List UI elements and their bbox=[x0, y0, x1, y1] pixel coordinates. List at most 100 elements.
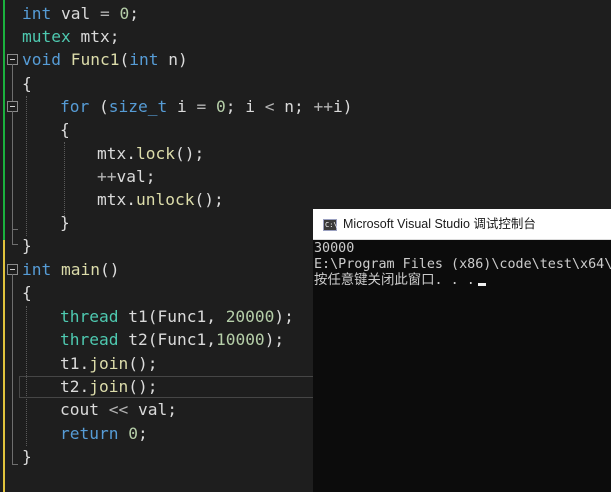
change-indicator-saved bbox=[3, 0, 5, 240]
code-token: ); bbox=[264, 330, 285, 349]
code-token: { bbox=[22, 283, 32, 302]
keyword-token: return bbox=[60, 424, 119, 443]
console-output-line: 按任意键关闭此窗口. . . bbox=[314, 273, 486, 289]
fold-end bbox=[12, 464, 18, 465]
number-token: 0 bbox=[206, 97, 226, 116]
keyword-token: void bbox=[22, 50, 61, 69]
code-line[interactable]: } bbox=[22, 445, 32, 468]
code-token: = bbox=[99, 4, 110, 23]
function-token: lock bbox=[135, 144, 175, 163]
console-icon-label: C:\ bbox=[325, 221, 338, 229]
code-line[interactable]: mtx.unlock(); bbox=[97, 188, 224, 211]
code-token: t1(Func1, bbox=[118, 307, 226, 326]
code-token: cout bbox=[60, 400, 109, 419]
console-output-line: 30000 bbox=[314, 241, 355, 256]
code-token: << bbox=[108, 400, 129, 419]
type-token: thread bbox=[60, 330, 119, 349]
function-token: unlock bbox=[135, 190, 195, 209]
code-token: } bbox=[22, 447, 32, 466]
code-token: (); bbox=[128, 377, 158, 396]
code-line[interactable]: cout << val; bbox=[60, 398, 177, 421]
code-token: ; bbox=[137, 424, 148, 443]
type-token: int bbox=[129, 50, 159, 69]
fold-end bbox=[12, 229, 18, 230]
code-token: mtx. bbox=[97, 190, 136, 209]
code-line[interactable]: for (size_t i = 0; i < n; ++i) bbox=[60, 95, 352, 118]
function-token: main bbox=[51, 260, 100, 279]
number-token: 0 bbox=[118, 424, 138, 443]
code-token: = bbox=[196, 97, 207, 116]
code-line[interactable]: void Func1(int n) bbox=[22, 48, 188, 71]
code-token: mtx. bbox=[97, 144, 136, 163]
code-line[interactable]: int val = 0; bbox=[22, 2, 139, 25]
fold-line bbox=[12, 111, 13, 229]
code-token: val; bbox=[116, 167, 156, 186]
console-app-icon: C:\ bbox=[323, 219, 338, 231]
code-line[interactable]: int main() bbox=[22, 258, 119, 281]
code-line[interactable]: t1.join(); bbox=[60, 352, 157, 375]
code-token: } bbox=[60, 213, 70, 232]
code-token: () bbox=[99, 260, 120, 279]
indent-guide bbox=[26, 96, 27, 236]
function-token: join bbox=[89, 377, 129, 396]
code-line[interactable]: thread t2(Func1,10000); bbox=[60, 328, 284, 351]
code-token: i bbox=[167, 97, 197, 116]
code-line[interactable]: mtx.lock(); bbox=[97, 142, 204, 165]
type-token: size_t bbox=[108, 97, 168, 116]
fold-line bbox=[12, 274, 13, 464]
code-line[interactable]: } bbox=[60, 211, 70, 234]
debug-console-window[interactable]: C:\ Microsoft Visual Studio 调试控制台 30000 … bbox=[313, 209, 611, 492]
console-prompt-text: 按任意键关闭此窗口. . . bbox=[314, 273, 475, 288]
type-token: mutex bbox=[22, 27, 71, 46]
function-token: Func1 bbox=[60, 50, 120, 69]
code-token: (); bbox=[128, 354, 158, 373]
number-token: 10000 bbox=[215, 330, 265, 349]
change-indicator-unsaved bbox=[3, 240, 5, 492]
code-token: val bbox=[51, 4, 100, 23]
code-token: ( bbox=[89, 97, 109, 116]
code-line[interactable]: { bbox=[60, 118, 70, 141]
number-token: 20000 bbox=[225, 307, 275, 326]
code-line[interactable]: } bbox=[22, 234, 32, 257]
code-line[interactable]: ++val; bbox=[97, 165, 155, 188]
code-token: ) bbox=[177, 50, 188, 69]
keyword-token: for bbox=[60, 97, 90, 116]
number-token: 0 bbox=[109, 4, 130, 23]
code-token: { bbox=[60, 120, 70, 139]
code-token: ; bbox=[129, 4, 139, 23]
function-token: join bbox=[89, 354, 129, 373]
code-token: mtx; bbox=[70, 27, 120, 46]
code-line[interactable]: thread t1(Func1, 20000); bbox=[60, 305, 294, 328]
code-token: < bbox=[264, 97, 275, 116]
type-token: int bbox=[22, 260, 52, 279]
code-token: } bbox=[22, 236, 32, 255]
code-token: ) bbox=[342, 97, 353, 116]
code-line[interactable]: t2.join(); bbox=[60, 375, 157, 398]
code-token: i bbox=[332, 97, 343, 116]
code-line[interactable]: { bbox=[22, 72, 32, 95]
code-line[interactable]: mutex mtx; bbox=[22, 25, 119, 48]
code-token: ++ bbox=[313, 97, 333, 116]
console-output-line: E:\Program Files (x86)\code\test\x64\ bbox=[314, 257, 611, 272]
type-token: int bbox=[22, 4, 52, 23]
console-cursor bbox=[477, 283, 486, 286]
console-title-bar[interactable]: C:\ Microsoft Visual Studio 调试控制台 bbox=[313, 209, 611, 240]
code-token: ; i bbox=[225, 97, 265, 116]
code-token: n; bbox=[274, 97, 314, 116]
fold-end bbox=[12, 244, 18, 245]
code-token: ++ bbox=[97, 167, 117, 186]
code-token: n bbox=[158, 50, 178, 69]
code-token: (); bbox=[174, 144, 205, 163]
code-token: { bbox=[22, 74, 32, 93]
code-token: ); bbox=[274, 307, 294, 326]
code-token: t2(Func1, bbox=[118, 330, 216, 349]
code-line[interactable]: return 0; bbox=[60, 422, 148, 445]
code-token: ( bbox=[119, 50, 130, 69]
code-token: t1. bbox=[60, 354, 90, 373]
code-token: (); bbox=[194, 190, 224, 209]
type-token: thread bbox=[60, 307, 119, 326]
code-line[interactable]: { bbox=[22, 281, 32, 304]
code-token: val; bbox=[128, 400, 177, 419]
console-title: Microsoft Visual Studio 调试控制台 bbox=[343, 217, 536, 231]
code-token: t2. bbox=[60, 377, 90, 396]
